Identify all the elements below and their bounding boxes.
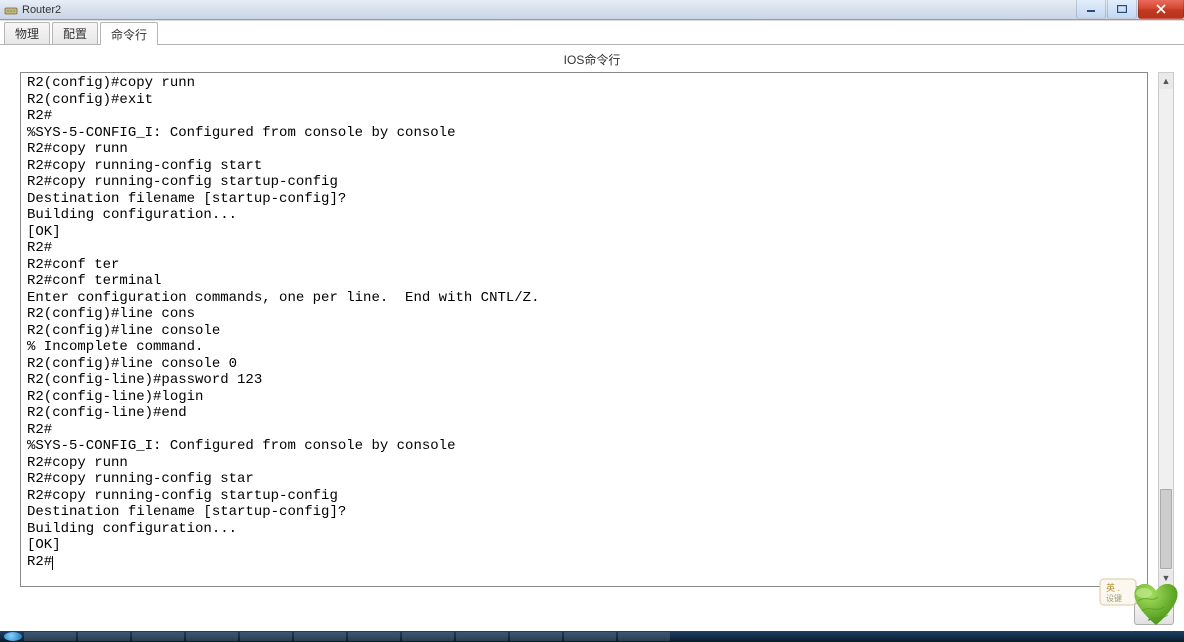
- tab-physical[interactable]: 物理: [4, 22, 50, 44]
- terminal-scrollbar[interactable]: ▲ ▼: [1158, 72, 1174, 587]
- windows-taskbar[interactable]: [0, 631, 1184, 642]
- taskbar-item[interactable]: [294, 632, 346, 641]
- taskbar-item[interactable]: [402, 632, 454, 641]
- app-icon: [4, 3, 18, 17]
- bottom-button-row: 复: [1134, 603, 1174, 625]
- close-button[interactable]: [1138, 0, 1184, 19]
- taskbar-item[interactable]: [564, 632, 616, 641]
- taskbar-item[interactable]: [186, 632, 238, 641]
- taskbar-item[interactable]: [240, 632, 292, 641]
- scroll-down-arrow-icon[interactable]: ▼: [1159, 570, 1173, 586]
- tab-label: 配置: [63, 25, 87, 42]
- window-titlebar: Router2: [0, 0, 1184, 20]
- taskbar-item[interactable]: [24, 632, 76, 641]
- start-button[interactable]: [4, 632, 22, 641]
- scroll-up-arrow-icon[interactable]: ▲: [1159, 73, 1173, 89]
- tab-config[interactable]: 配置: [52, 22, 98, 44]
- app-body: 物理 配置 命令行 IOS命令行 R2(config)#copy runn R2…: [0, 20, 1184, 631]
- tab-row: 物理 配置 命令行: [0, 21, 1184, 45]
- taskbar-item[interactable]: [132, 632, 184, 641]
- tab-cli[interactable]: 命令行: [100, 22, 158, 45]
- maximize-button[interactable]: [1107, 0, 1137, 19]
- copy-button-label: 复: [1148, 606, 1160, 623]
- taskbar-item[interactable]: [348, 632, 400, 641]
- cli-section-title: IOS命令行: [0, 45, 1184, 72]
- scroll-thumb[interactable]: [1160, 489, 1172, 569]
- tab-label: 物理: [15, 25, 39, 42]
- taskbar-item[interactable]: [78, 632, 130, 641]
- terminal-container: R2(config)#copy runn R2(config)#exit R2#…: [20, 72, 1148, 587]
- minimize-button[interactable]: [1076, 0, 1106, 19]
- copy-button[interactable]: 复: [1134, 603, 1174, 625]
- window-controls: [1075, 0, 1184, 20]
- tab-label: 命令行: [111, 26, 147, 43]
- taskbar-item[interactable]: [618, 632, 670, 641]
- window-title: Router2: [22, 4, 61, 16]
- terminal-output[interactable]: R2(config)#copy runn R2(config)#exit R2#…: [21, 73, 1147, 586]
- taskbar-item[interactable]: [456, 632, 508, 641]
- taskbar-item[interactable]: [510, 632, 562, 641]
- ime-sub-text: 设键: [1106, 593, 1122, 603]
